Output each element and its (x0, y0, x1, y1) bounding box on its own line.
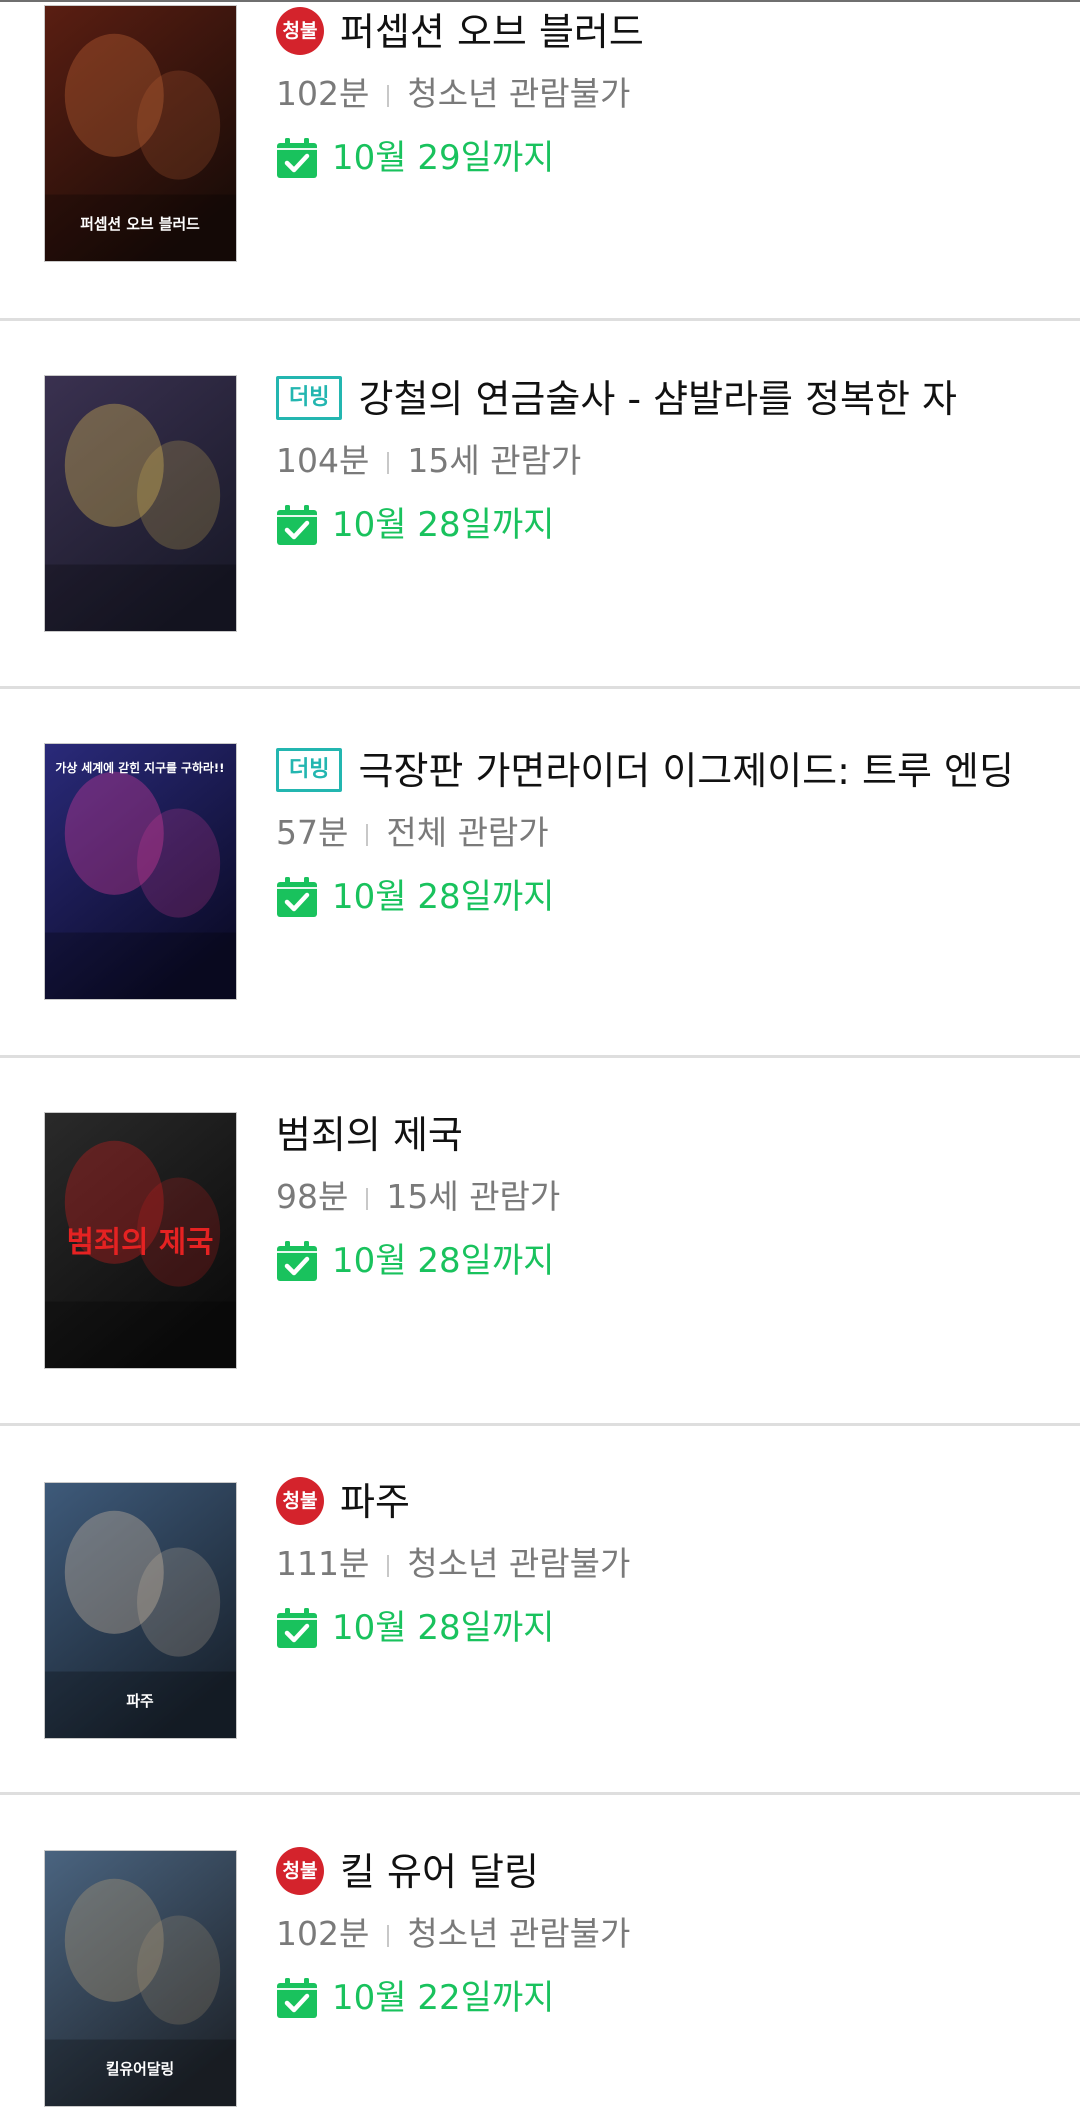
meta-separator (366, 823, 369, 846)
movie-title-line[interactable]: 더빙 강철의 연금술사 - 샴발라를 정복한 자 (276, 372, 1036, 426)
movie-poster[interactable]: 가상 세계에 갇힌 지구를 구하라!! (44, 743, 237, 1000)
available-until-text: 10월 28일까지 (332, 505, 555, 545)
available-until-text: 10월 29일까지 (332, 138, 555, 178)
movie-info[interactable]: 범죄의 제국 98분 15세 관람가 10월 28일까지 (276, 1108, 1036, 1284)
available-until: 10월 28일까지 (276, 1238, 1036, 1284)
movie-title[interactable]: 퍼셉션 오브 블러드 (340, 10, 644, 54)
movie-poster[interactable]: 파주 (44, 1482, 237, 1739)
available-until-text: 10월 22일까지 (332, 1978, 555, 2018)
calendar-check-icon (277, 505, 317, 545)
movie-title[interactable]: 파주 (340, 1480, 410, 1524)
movie-meta: 111분 청소년 관람불가 (276, 1541, 1036, 1587)
poster-caption: 퍼셉션 오브 블러드 (80, 215, 200, 233)
movie-title[interactable]: 극장판 가면라이더 이그제이드: 트루 엔딩 (358, 749, 1013, 793)
available-until: 10월 29일까지 (276, 135, 1036, 181)
movie-title-line[interactable]: 더빙 극장판 가면라이더 이그제이드: 트루 엔딩 (276, 744, 1036, 798)
movie-info[interactable]: 청불 파주 111분 청소년 관람불가 10월 28일까지 (276, 1475, 1036, 1651)
movie-poster[interactable] (44, 375, 237, 632)
dubbed-badge: 더빙 (276, 747, 343, 792)
meta-separator (387, 451, 390, 474)
calendar-check-icon (277, 877, 317, 917)
movie-meta: 98분 15세 관람가 (276, 1174, 1036, 1220)
movie-poster[interactable]: 킬유어달링 (44, 1850, 237, 2107)
meta-separator (366, 1187, 369, 1210)
meta-separator (387, 84, 390, 107)
movie-meta: 104분 15세 관람가 (276, 438, 1036, 484)
list-divider (0, 1055, 1080, 1058)
runtime: 102분 (276, 1914, 370, 1953)
movie-title-line[interactable]: 범죄의 제국 (276, 1108, 1036, 1162)
poster-caption: 킬유어달링 (106, 2060, 174, 2078)
movie-info[interactable]: 청불 퍼셉션 오브 블러드 102분 청소년 관람불가 10월 29일까지 (276, 5, 1036, 181)
poster-caption: 가상 세계에 갇힌 지구를 구하라!! (55, 761, 224, 775)
movie-title-line[interactable]: 청불 킬 유어 달링 (276, 1845, 1036, 1899)
runtime: 102분 (276, 74, 370, 113)
movie-meta: 102분 청소년 관람불가 (276, 1911, 1036, 1957)
available-until: 10월 22일까지 (276, 1975, 1036, 2021)
available-until: 10월 28일까지 (276, 1605, 1036, 1651)
calendar-check-icon (277, 1978, 317, 2018)
movie-meta: 57분 전체 관람가 (276, 810, 1036, 856)
age-rating: 15세 관람가 (407, 441, 582, 480)
movie-info[interactable]: 더빙 극장판 가면라이더 이그제이드: 트루 엔딩 57분 전체 관람가 10월 2… (276, 744, 1036, 920)
available-until: 10월 28일까지 (276, 502, 1036, 548)
movie-poster[interactable]: 범죄의 제국 (44, 1112, 237, 1369)
dubbed-badge: 더빙 (276, 375, 343, 420)
available-until-text: 10월 28일까지 (332, 1608, 555, 1648)
age-restricted-badge: 청불 (276, 6, 324, 55)
movie-meta: 102분 청소년 관람불가 (276, 71, 1036, 117)
movie-title[interactable]: 강철의 연금술사 - 샴발라를 정복한 자 (358, 377, 957, 421)
list-divider (0, 1423, 1080, 1426)
age-restricted-badge: 청불 (276, 1846, 324, 1895)
movie-title-line[interactable]: 청불 파주 (276, 1475, 1036, 1529)
age-rating: 전체 관람가 (386, 813, 549, 852)
movie-title-line[interactable]: 청불 퍼셉션 오브 블러드 (276, 5, 1036, 59)
meta-separator (387, 1554, 390, 1577)
age-rating: 15세 관람가 (386, 1177, 561, 1216)
movie-info[interactable]: 더빙 강철의 연금술사 - 샴발라를 정복한 자 104분 15세 관람가 10월 … (276, 372, 1036, 548)
poster-caption: 범죄의 제국 (67, 1225, 214, 1260)
calendar-check-icon (277, 1608, 317, 1648)
poster-caption: 파주 (126, 1692, 154, 1710)
list-divider (0, 686, 1080, 689)
runtime: 104분 (276, 441, 370, 480)
list-divider (0, 1792, 1080, 1795)
age-restricted-badge: 청불 (276, 1476, 324, 1525)
available-until-text: 10월 28일까지 (332, 1241, 555, 1281)
movie-poster[interactable]: 퍼셉션 오브 블러드 (44, 5, 237, 262)
available-until-text: 10월 28일까지 (332, 877, 555, 917)
movie-title[interactable]: 범죄의 제국 (276, 1113, 463, 1157)
available-until: 10월 28일까지 (276, 874, 1036, 920)
list-divider (0, 318, 1080, 321)
age-rating: 청소년 관람불가 (407, 1544, 631, 1583)
age-rating: 청소년 관람불가 (407, 1914, 631, 1953)
runtime: 57분 (276, 813, 349, 852)
calendar-check-icon (277, 138, 317, 178)
meta-separator (387, 1924, 390, 1947)
runtime: 111분 (276, 1544, 370, 1583)
age-rating: 청소년 관람불가 (407, 74, 631, 113)
top-edge-line (0, 0, 1080, 2)
runtime: 98분 (276, 1177, 349, 1216)
movie-info[interactable]: 청불 킬 유어 달링 102분 청소년 관람불가 10월 22일까지 (276, 1845, 1036, 2021)
calendar-check-icon (277, 1241, 317, 1281)
movie-title[interactable]: 킬 유어 달링 (340, 1850, 539, 1894)
